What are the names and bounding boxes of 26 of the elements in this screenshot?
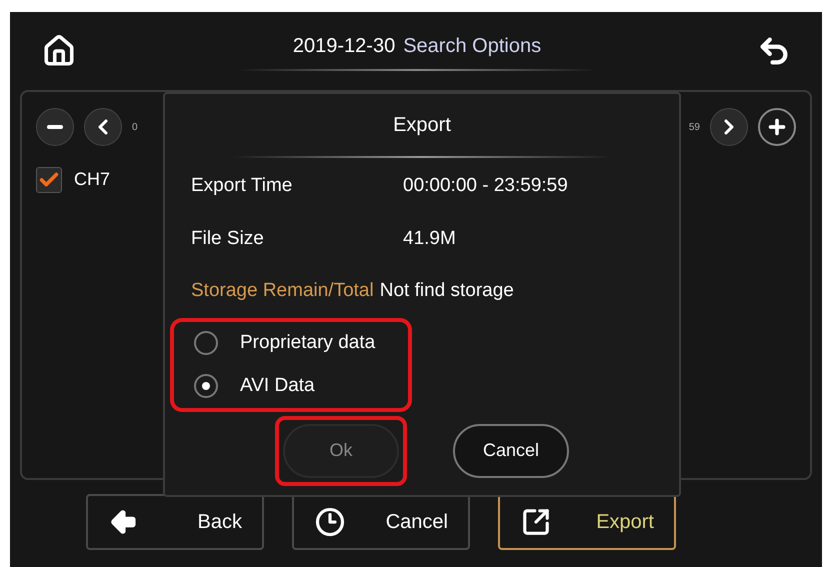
next-button[interactable] [710,108,748,146]
header-title: Search Options [403,34,542,59]
minus-icon [47,125,63,129]
channel-label: CH7 [74,168,110,191]
field-value: Not find storage [380,279,514,303]
radio-button[interactable] [194,374,218,398]
field-value: 41.9M [403,226,456,250]
field-value: 00:00:00 - 23:59:59 [403,174,568,198]
radio-button[interactable] [194,331,218,356]
radio-label: Proprietary data [240,331,376,355]
zoom-out-button[interactable] [36,108,74,146]
field-label: Storage Remain/Total [191,279,374,303]
zoom-in-button[interactable] [758,108,796,146]
field-label: File Size [191,226,265,250]
dialog-title: Export [393,113,451,138]
timeline-end: 59 [688,120,700,134]
dialog-button[interactable]: Cancel [453,424,569,478]
channel-checkbox[interactable] [36,166,62,192]
plus-icon [766,116,788,138]
clock-icon [314,507,346,537]
radio-label: AVI Data [240,374,315,398]
previous-button[interactable] [84,108,122,146]
header-date: 2019-12-30 [292,34,396,59]
field-label: Export Time [191,174,294,198]
share-icon [520,507,552,537]
timeline-start: 0 [132,120,138,134]
